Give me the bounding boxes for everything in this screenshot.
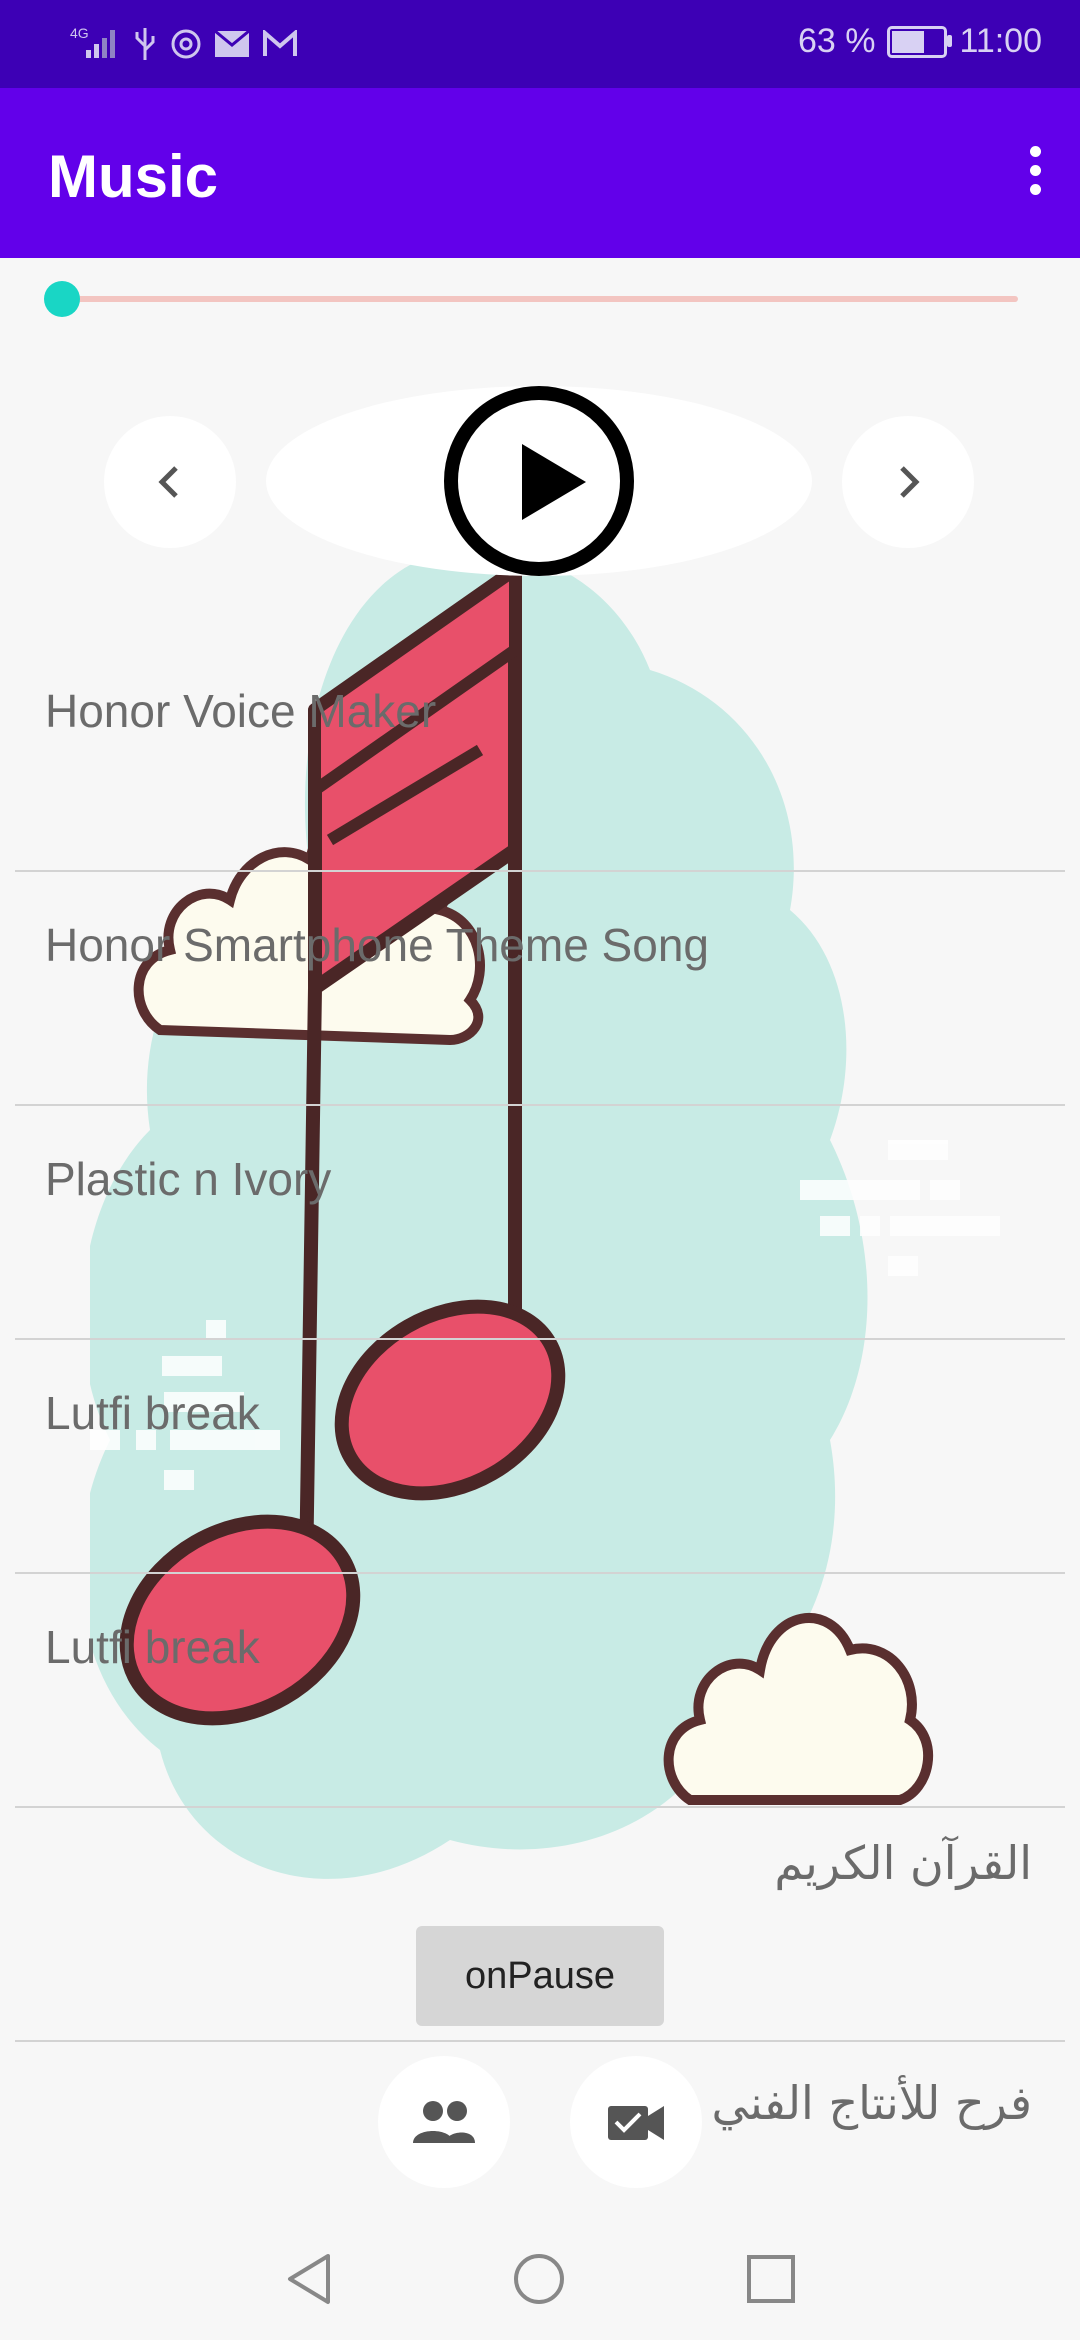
video-call-button[interactable] [570,2056,702,2188]
seek-thumb[interactable] [44,281,80,317]
song-title: Honor Voice Maker [45,685,437,737]
signal-icon: 4G [70,24,120,69]
more-vert-icon[interactable] [1020,146,1050,206]
chevron-right-icon [900,466,920,498]
production-label: فرح للأنتاج الفني [711,2076,1032,2130]
battery-icon [887,25,953,58]
email-icon [214,29,250,63]
status-bar: 4G 63 % 11:00 [0,0,1080,88]
app-title: Music [48,143,219,210]
chevron-left-icon [158,466,178,498]
song-item[interactable]: Lutfi break [15,1574,1065,1808]
app-bar: Music [0,88,1080,258]
usb-icon [132,26,158,67]
song-title: Honor Smartphone Theme Song [45,919,709,971]
data-saver-icon [170,28,202,65]
contacts-button[interactable] [378,2056,510,2188]
play-button[interactable] [444,386,634,576]
song-title: Lutfi break [45,1387,260,1439]
status-right: 63 % 11:00 [798,22,1042,61]
back-icon[interactable] [284,2252,334,2306]
song-item[interactable]: Plastic n Ivory [15,1106,1065,1340]
song-title: Lutfi break [45,1621,260,1673]
people-icon [413,2101,475,2143]
previous-button[interactable] [104,416,236,548]
quran-label: القرآن الكريم [774,1836,1032,1890]
battery-percent: 63 % [797,22,876,60]
pause-button[interactable]: onPause [416,1926,664,2026]
home-icon[interactable] [512,2252,566,2306]
seek-bar[interactable] [44,281,1018,317]
video-call-icon [608,2106,664,2140]
next-button[interactable] [842,416,974,548]
song-item[interactable]: Honor Smartphone Theme Song [15,872,1065,1106]
navigation-bar [0,2214,1080,2340]
divider [15,2040,1065,2042]
clock: 11:00 [959,22,1042,60]
recents-icon[interactable] [746,2254,796,2304]
status-icons: 4G [70,24,298,69]
network-type-label: 4G [70,25,89,41]
song-item[interactable]: Lutfi break [15,1340,1065,1574]
gmail-icon [262,28,298,63]
song-title: Plastic n Ivory [45,1153,332,1205]
song-item[interactable]: Honor Voice Maker [15,638,1065,872]
